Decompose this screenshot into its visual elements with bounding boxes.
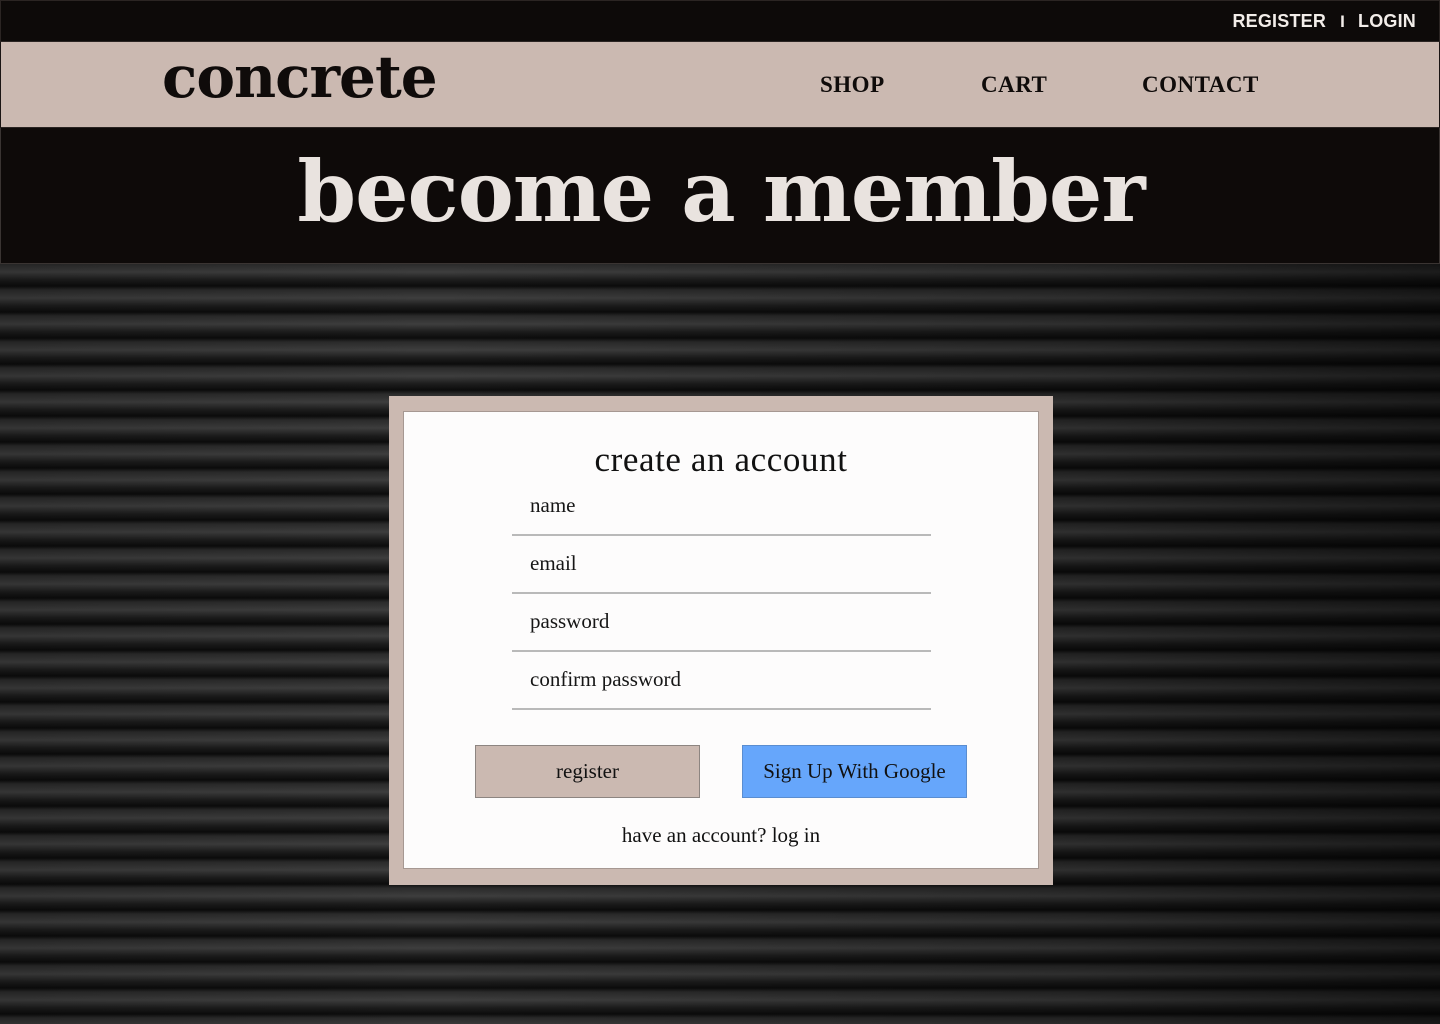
auth-separator: I bbox=[1340, 11, 1345, 31]
top-utility-bar: REGISTER I LOGIN bbox=[0, 0, 1440, 42]
nav-cart-link[interactable]: CART bbox=[981, 72, 1047, 98]
password-input[interactable] bbox=[512, 606, 931, 650]
have-account-login-link[interactable]: have an account? log in bbox=[404, 823, 1038, 848]
brand-logo[interactable]: concrete bbox=[162, 42, 438, 112]
login-link[interactable]: LOGIN bbox=[1358, 11, 1416, 32]
confirm-password-input[interactable] bbox=[512, 664, 931, 708]
confirm-password-field bbox=[512, 664, 931, 710]
email-field bbox=[512, 548, 931, 594]
main-navbar: concrete SHOP CART CONTACT bbox=[0, 42, 1440, 128]
nav-shop-link[interactable]: SHOP bbox=[820, 72, 885, 98]
nav-contact-link[interactable]: CONTACT bbox=[1142, 72, 1259, 98]
page-title: become a member bbox=[297, 142, 1145, 241]
password-field bbox=[512, 606, 931, 652]
signup-card-frame: create an account register Sign Up With … bbox=[389, 396, 1053, 885]
register-link[interactable]: REGISTER bbox=[1232, 11, 1326, 32]
form-title: create an account bbox=[594, 440, 848, 479]
email-input[interactable] bbox=[512, 548, 931, 592]
hero-banner: become a member bbox=[0, 128, 1440, 264]
name-field bbox=[512, 490, 931, 536]
google-signup-button[interactable]: Sign Up With Google bbox=[742, 745, 967, 798]
auth-links: REGISTER I LOGIN bbox=[1232, 11, 1416, 32]
register-button[interactable]: register bbox=[475, 745, 700, 798]
signup-form: create an account register Sign Up With … bbox=[403, 411, 1039, 869]
name-input[interactable] bbox=[512, 490, 931, 534]
